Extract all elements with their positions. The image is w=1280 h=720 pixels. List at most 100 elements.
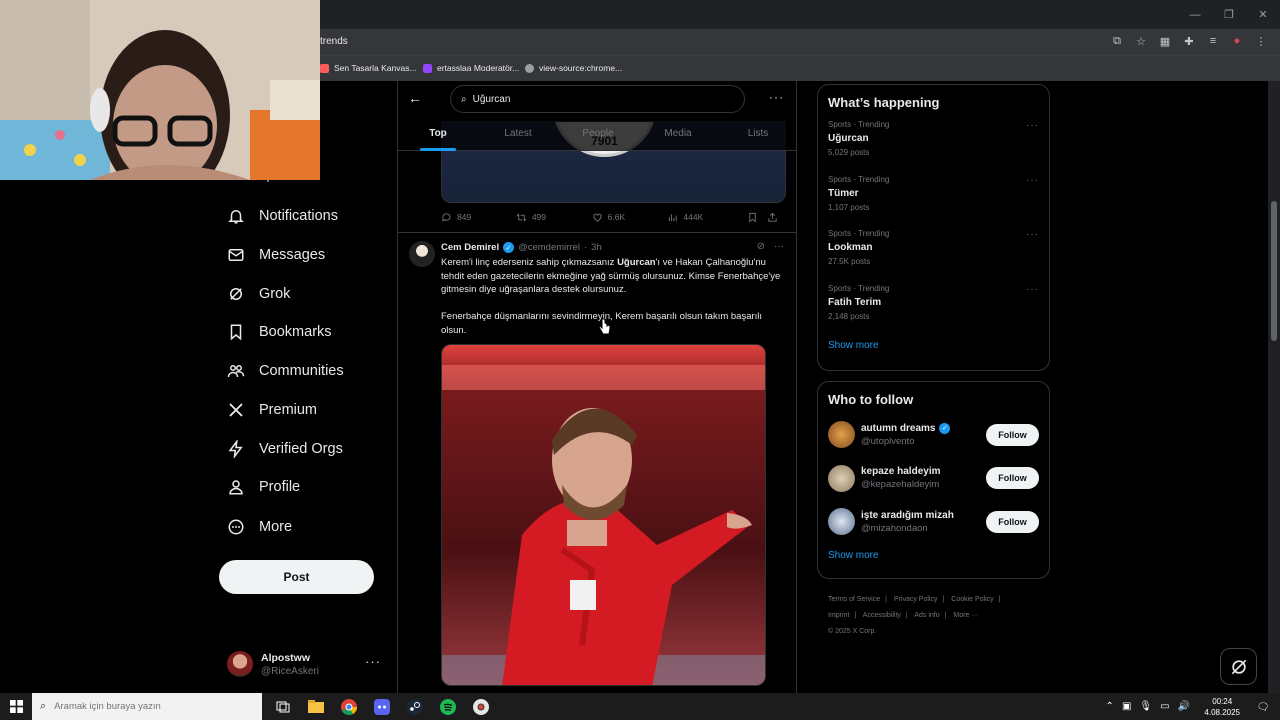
like-button[interactable]: 6.6K [592, 212, 668, 223]
close-icon[interactable]: ✕ [1246, 0, 1280, 29]
tab-media[interactable]: Media [638, 121, 718, 151]
more-horizontal-icon[interactable]: ··· [365, 654, 381, 669]
tab-latest[interactable]: Latest [478, 121, 558, 151]
follow-button[interactable]: Follow [986, 510, 1039, 533]
footer-links: Terms of Service | Privacy Policy | Cookie… [828, 592, 1048, 640]
star-icon[interactable]: ☆ [1134, 34, 1148, 48]
search-box[interactable]: ⌕ [450, 85, 745, 113]
tweet-author-name[interactable]: Cem Demirel [441, 242, 499, 253]
trend-item[interactable]: Sports · Trending Fatih Terim 2,148 post… [818, 280, 1049, 335]
repost-button[interactable]: 499 [516, 212, 592, 223]
trend-item[interactable]: Sports · Trending Uğurcan 5,029 posts ··… [818, 116, 1049, 171]
task-view-icon[interactable] [266, 693, 299, 720]
avatar[interactable] [828, 508, 855, 536]
taskbar-search[interactable]: ⌕ [32, 693, 262, 720]
profile-icon[interactable]: ● [1230, 34, 1244, 48]
page-scrollbar[interactable] [1268, 81, 1280, 693]
follow-suggestion[interactable]: kepaze haldeyim @kepazehaldeyim Follow [818, 457, 1049, 501]
footer-link[interactable]: Accessibility [863, 612, 901, 619]
more-horizontal-icon[interactable]: ··· [769, 90, 784, 104]
microphone-icon[interactable]: 🎙 [1139, 701, 1152, 712]
grok-button[interactable] [1220, 648, 1257, 685]
nav-item-grok[interactable]: Grok [227, 280, 290, 308]
network-adapter-icon[interactable]: ▣ [1122, 701, 1131, 712]
restore-icon[interactable]: ❐ [1212, 0, 1246, 29]
avatar[interactable] [828, 464, 855, 492]
nav-item-communities[interactable]: Communities [227, 357, 344, 385]
views-button[interactable]: 444K [667, 212, 747, 223]
url-text[interactable]: trends [320, 36, 348, 47]
reply-button[interactable]: 849 [441, 212, 516, 223]
steam-icon[interactable] [398, 693, 431, 720]
bookmark-button[interactable] [747, 212, 766, 223]
chrome-icon[interactable] [332, 693, 365, 720]
taskbar-search-input[interactable] [54, 701, 215, 712]
clock[interactable]: 00:24 4.08.2025 [1204, 696, 1240, 718]
bookmark-1[interactable]: Sen Tasarla Kanvas... [320, 63, 417, 73]
footer-link[interactable]: Privacy Policy [894, 596, 938, 603]
follow-button[interactable]: Follow [986, 423, 1039, 446]
bookmark-3[interactable]: view-source:chrome... [525, 63, 622, 73]
more-horizontal-icon[interactable]: ··· [1026, 284, 1039, 295]
tab-people[interactable]: People [558, 121, 638, 151]
browser-toolbar: ⧉ ☆ ▦ ✚ ≡ ● ⋮ [1110, 34, 1268, 48]
playlist-icon[interactable]: ≡ [1206, 34, 1220, 48]
windows-start-icon[interactable] [0, 693, 32, 720]
footer-link[interactable]: Terms of Service [828, 596, 880, 603]
footer-link[interactable]: Ads info [914, 612, 939, 619]
follow-button[interactable]: Follow [986, 467, 1039, 490]
display-icon[interactable]: ▭ [1160, 701, 1169, 712]
nav-item-verified-orgs[interactable]: Verified Orgs [227, 435, 343, 463]
nav-item-bookmarks[interactable]: Bookmarks [227, 318, 332, 346]
show-more-link[interactable]: Show more [818, 334, 1049, 363]
tab-lists[interactable]: Lists [718, 121, 796, 151]
spotify-icon[interactable] [431, 693, 464, 720]
avatar[interactable] [409, 241, 435, 267]
post-button[interactable]: Post [219, 560, 374, 594]
account-switcher[interactable]: Alpostww @RiceAskeri ··· [227, 648, 387, 680]
nav-item-profile[interactable]: Profile [227, 473, 300, 501]
nav-item-messages[interactable]: Messages [227, 241, 325, 269]
discord-icon[interactable] [365, 693, 398, 720]
extension-icon[interactable]: ▦ [1158, 34, 1172, 48]
show-more-link[interactable]: Show more [818, 544, 1049, 573]
tweet-time[interactable]: 3h [591, 242, 602, 253]
puzzle-icon[interactable]: ✚ [1182, 34, 1196, 48]
minimize-icon[interactable]: — [1178, 0, 1212, 29]
tweet[interactable]: Cem Demirel ✓ @cemdemirrel · 3h ⊘ ··· Ke… [398, 233, 796, 693]
nav-item-more[interactable]: More [227, 513, 292, 541]
back-arrow-icon[interactable]: ← [408, 90, 422, 106]
account-name: Alpostww [261, 651, 310, 664]
more-horizontal-icon[interactable]: ··· [1026, 120, 1039, 131]
file-explorer-icon[interactable] [299, 693, 332, 720]
speaker-icon[interactable]: 🔊 [1178, 701, 1190, 712]
tweet-image[interactable] [441, 344, 766, 686]
menu-icon[interactable]: ⋮ [1254, 34, 1268, 48]
chrome-alt-icon[interactable] [464, 693, 497, 720]
trend-item[interactable]: Sports · Trending Lookman 27.5K posts ··… [818, 225, 1049, 280]
more-horizontal-icon[interactable]: ··· [1026, 229, 1039, 240]
more-horizontal-icon[interactable]: ··· [1026, 175, 1039, 186]
footer-link[interactable]: Cookie Policy [951, 596, 993, 603]
nav-item-notifications[interactable]: Notifications [227, 202, 338, 230]
tab-top[interactable]: Top [398, 121, 478, 151]
search-input[interactable] [472, 93, 713, 105]
notification-icon[interactable]: 🗨 [1254, 698, 1272, 716]
follow-suggestion[interactable]: autumn dreams ✓ @utoplvento Follow [818, 413, 1049, 457]
footer-link[interactable]: Imprint [828, 612, 849, 619]
tweet-author-handle[interactable]: @cemdemirrel [518, 242, 580, 253]
bookmark-2[interactable]: ertasslaa Moderatör... [423, 63, 519, 73]
scrollbar-thumb[interactable] [1271, 201, 1277, 341]
chevron-up-icon[interactable]: ⌃ [1106, 701, 1114, 712]
person-icon [229, 480, 243, 495]
trend-item[interactable]: Sports · Trending Tümer 1,107 posts ··· [818, 171, 1049, 226]
nav-item-premium[interactable]: Premium [227, 396, 317, 424]
share-button[interactable] [767, 212, 786, 223]
install-icon[interactable]: ⧉ [1110, 34, 1124, 48]
avatar[interactable] [828, 421, 855, 449]
more-circle-icon [228, 519, 244, 535]
footer-link[interactable]: More ··· [953, 612, 978, 619]
follow-suggestion[interactable]: işte aradığım mizah @mizahondaon Follow [818, 500, 1049, 544]
more-horizontal-icon[interactable]: ··· [774, 241, 784, 252]
grok-icon[interactable]: ⊘ [757, 241, 765, 252]
